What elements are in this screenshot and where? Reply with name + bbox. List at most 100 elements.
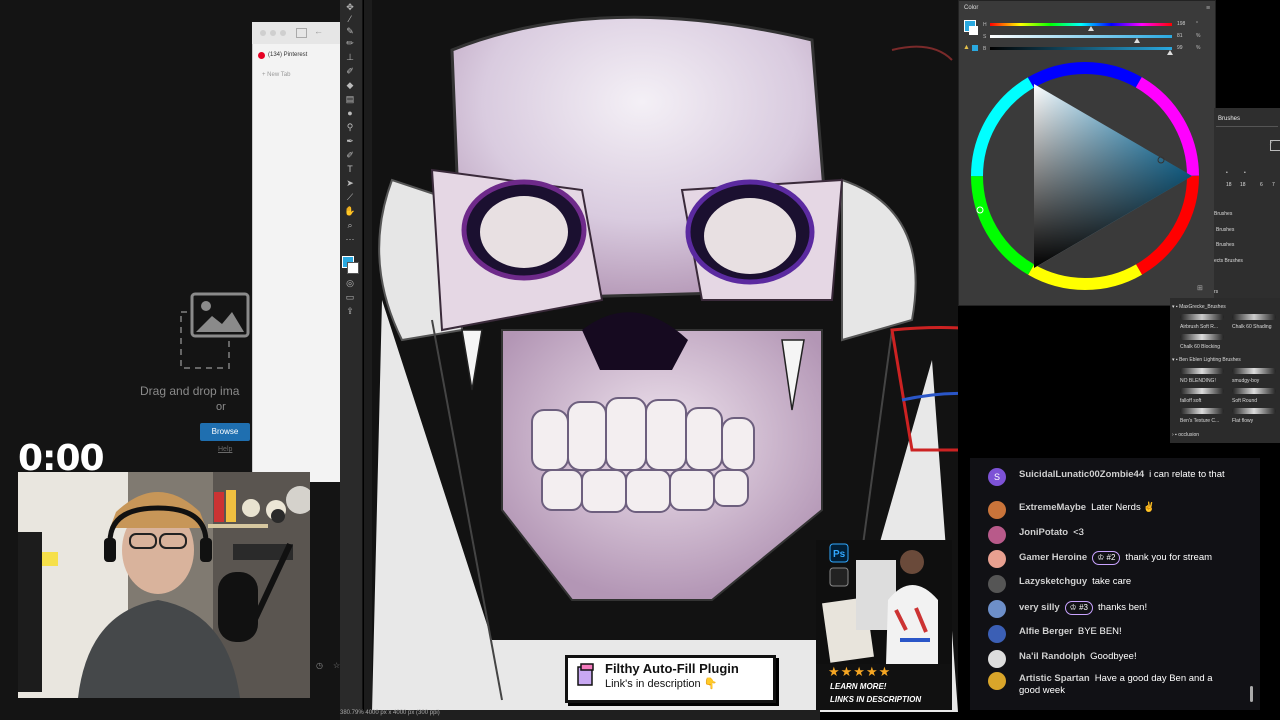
promo-learn-more[interactable]: LEARN MORE! [830, 682, 886, 691]
stamp-tool-icon[interactable]: ⊥ [344, 52, 356, 62]
chat-username[interactable]: Lazysketchguy [1019, 576, 1087, 587]
brush-tool-icon[interactable]: ✏ [344, 38, 356, 48]
brush-preset-size-2[interactable]: 18 [1240, 182, 1246, 188]
brush-item[interactable]: Flat flowy [1232, 418, 1253, 424]
chat-username[interactable]: SuicidalLunatic00Zombie44 [1019, 469, 1144, 480]
zoom-tool-icon[interactable]: ⌕ [344, 220, 356, 230]
hue-value[interactable]: 198 [1177, 21, 1185, 27]
color-wheel[interactable] [968, 58, 1204, 296]
brush-folder-3[interactable]: Brushes [1216, 242, 1234, 248]
gradient-tool-icon[interactable]: ▤ [344, 94, 356, 104]
color-background-swatch[interactable] [969, 26, 978, 35]
brush-folder-4[interactable]: ects Brushes [1214, 258, 1243, 264]
chat-username[interactable]: ExtremeMaybe [1019, 502, 1086, 513]
history-icon[interactable]: ◷ [316, 661, 323, 670]
chat-username[interactable]: Gamer Heroine [1019, 552, 1087, 563]
brush-item[interactable]: falloff soft [1180, 398, 1201, 404]
chat-username[interactable]: JoniPotato [1019, 527, 1068, 538]
maximize-window-icon[interactable] [280, 30, 286, 36]
chat-avatar[interactable] [988, 550, 1006, 568]
warning-icon: ▲ [963, 44, 970, 51]
pen-tool-icon[interactable]: ✒ [344, 136, 356, 146]
hue-slider-handle[interactable] [1088, 26, 1094, 31]
brush-item[interactable]: NO BLENDING! [1180, 378, 1216, 384]
tab-brushes[interactable]: Brushes [1218, 116, 1240, 122]
brush-stroke-preview [1232, 408, 1276, 414]
browse-button[interactable]: Browse [200, 423, 250, 441]
brush-folder-1[interactable]: Brushes [1214, 211, 1232, 217]
expand-icon[interactable]: ⊞ [1197, 284, 1203, 292]
brush-group-lighting[interactable]: ▾ ▪ Ben Eblen Lighting Brushes [1172, 357, 1241, 363]
sidebar-toggle-icon[interactable] [296, 28, 307, 38]
brightness-slider-handle[interactable] [1167, 50, 1173, 55]
background-color-swatch[interactable] [347, 262, 359, 274]
tab-new[interactable]: + New Tab [262, 72, 290, 78]
chat-avatar[interactable] [988, 625, 1006, 643]
hue-slider[interactable] [990, 23, 1172, 26]
eyedropper-tool-icon[interactable]: ⁄ [344, 14, 356, 24]
back-arrow-icon[interactable]: ← [314, 26, 323, 36]
saturation-value[interactable]: 81 [1177, 33, 1183, 39]
brightness-unit: % [1196, 45, 1201, 51]
brush-preset-dot-2[interactable]: • [1244, 170, 1246, 176]
chat-scrollbar[interactable] [1250, 686, 1253, 702]
saturation-slider[interactable] [990, 35, 1172, 38]
move-tool-icon[interactable]: ✥ [344, 2, 356, 12]
chat-username[interactable]: Na'il Randolph [1019, 651, 1085, 662]
chat-text: i can relate to that [1149, 469, 1225, 480]
dodge-tool-icon[interactable]: ⚲ [344, 122, 356, 132]
chat-avatar[interactable] [988, 600, 1006, 618]
brightness-value[interactable]: 99 [1177, 45, 1183, 51]
eraser-tool-icon[interactable]: ◆ [344, 80, 356, 90]
history-brush-icon[interactable]: ✐ [344, 66, 356, 76]
chat-avatar[interactable] [988, 672, 1006, 690]
chat-avatar[interactable] [988, 575, 1006, 593]
brush-preset-dot-1[interactable]: • [1226, 170, 1228, 176]
chat-avatar[interactable] [988, 650, 1006, 668]
rating-stars: ★★★★★ [828, 664, 892, 679]
chat-username[interactable]: very silly [1019, 602, 1060, 613]
brush-item[interactable]: smudgy-boy [1232, 378, 1259, 384]
brush-preset-size-4[interactable]: 7 [1272, 182, 1275, 188]
brush-settings-icon[interactable]: ⁄ [1270, 140, 1280, 151]
saturation-slider-handle[interactable] [1134, 38, 1140, 43]
path-selection-icon[interactable]: ➤ [344, 178, 356, 188]
brush-item[interactable]: Soft Round [1232, 398, 1257, 404]
brush-preset-size-1[interactable]: 18 [1226, 182, 1232, 188]
brush-item[interactable]: Chalk 60 Blocking [1180, 344, 1220, 350]
brush-preset-size-3[interactable]: 6 [1260, 182, 1263, 188]
brush-folder-5[interactable]: rs [1214, 289, 1218, 295]
brush-group-maxgrecke[interactable]: ▾ ▪ MaxGrecke_Brushes [1172, 304, 1226, 310]
close-window-icon[interactable] [260, 30, 266, 36]
screen-mode-icon[interactable]: ▭ [344, 292, 356, 302]
chat-avatar[interactable] [988, 526, 1006, 544]
share-icon[interactable]: ⇪ [344, 306, 356, 316]
chat-avatar[interactable] [988, 501, 1006, 519]
chat-text: <3 [1073, 527, 1084, 538]
blur-tool-icon[interactable]: ● [344, 108, 356, 118]
type-tool-icon[interactable]: T [344, 164, 356, 174]
tab-pinterest[interactable]: (134) Pinterest [268, 52, 307, 58]
healing-tool-icon[interactable]: ✎ [344, 26, 356, 36]
hand-tool-icon[interactable]: ✋ [344, 206, 356, 216]
minimize-window-icon[interactable] [270, 30, 276, 36]
chat-rank-text: #3 [1079, 603, 1088, 612]
brush-group-occlusion[interactable]: › ▪ occlusion [1172, 432, 1199, 438]
panel-menu-icon[interactable]: ≡ [1206, 5, 1210, 12]
brush-stroke-preview [1232, 314, 1276, 320]
more-tools-icon[interactable]: ⋯ [344, 234, 356, 244]
chat-username[interactable]: Alfie Berger [1019, 626, 1073, 637]
chat-username[interactable]: Artistic Spartan [1019, 673, 1090, 684]
brush-item[interactable]: Ben's Texture C... [1180, 418, 1219, 424]
web-safe-swatch[interactable] [972, 45, 978, 51]
brightness-slider[interactable] [990, 47, 1172, 50]
pencil-tool-icon[interactable]: ✐ [344, 150, 356, 160]
chat-message: S SuicidalLunatic00Zombie44 i can relate t… [988, 468, 1234, 486]
quick-mask-icon[interactable]: ◎ [344, 278, 356, 288]
brush-item[interactable]: Chalk 60 Shading [1232, 324, 1271, 330]
help-link[interactable]: Help [218, 446, 232, 453]
brush-folder-2[interactable]: Brushes [1216, 227, 1234, 233]
line-tool-icon[interactable]: ⟋ [344, 192, 356, 202]
chat-avatar[interactable]: S [988, 468, 1006, 486]
brush-item[interactable]: Airbrush Soft R... [1180, 324, 1218, 330]
